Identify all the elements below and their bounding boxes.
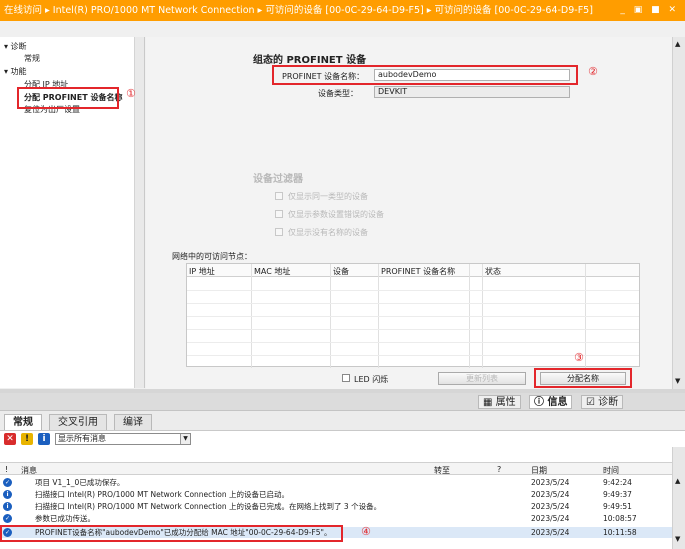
message-row[interactable]: ✓ 参数已成功传送。 2023/5/24 10:08:57 (0, 513, 672, 524)
inspector-bar: ▦ 属性 ⓘ 信息 ☑ 诊断 (0, 393, 685, 411)
check-icon: ✓ (3, 478, 12, 487)
col-goto[interactable]: 转至 (434, 465, 450, 476)
info-filter-icon[interactable]: i (38, 433, 50, 445)
device-type-field: DEVKIT (374, 86, 570, 98)
col-message[interactable]: 消息 (21, 465, 37, 476)
highlight-box-2 (272, 65, 578, 85)
diagnostics-icon: ☑ (586, 397, 599, 408)
annotation-2: ② (588, 65, 598, 78)
scroll-down-icon[interactable]: ▼ (675, 535, 680, 543)
warning-filter-icon[interactable]: ! (21, 433, 33, 445)
message-row[interactable]: i 扫描接口 Intel(R) PRO/1000 MT Network Conn… (0, 489, 672, 500)
info-icon: i (3, 502, 12, 511)
check-icon: ✓ (3, 514, 12, 523)
scroll-up-icon[interactable]: ▲ (675, 477, 680, 485)
tab-info[interactable]: ⓘ 信息 (529, 395, 573, 409)
annotation-4: ④ (361, 525, 371, 538)
col-status[interactable]: 状态 (485, 266, 501, 277)
message-row[interactable]: ✓ 项目 V1_1_0已成功保存。 2023/5/24 9:42:24 (0, 477, 672, 488)
refresh-list-button[interactable]: 更新列表 (438, 372, 526, 385)
annotation-1: ① (126, 87, 136, 100)
col-device[interactable]: 设备 (333, 266, 349, 277)
tree-item-general[interactable]: 常规 (24, 53, 40, 64)
highlight-box-1 (17, 87, 119, 109)
filter-wrong-params-checkbox[interactable] (275, 210, 283, 218)
message-filter-select[interactable]: 显示所有消息 ▼ (55, 433, 191, 445)
content-scrollbar[interactable]: ▲ ▼ (672, 37, 685, 389)
error-filter-icon[interactable]: ✕ (4, 433, 16, 445)
col-question[interactable]: ? (497, 465, 501, 474)
filter-title: 设备过滤器 (253, 174, 303, 185)
type-label: 设备类型： (318, 89, 358, 98)
nodes-table[interactable]: IP 地址 MAC 地址 设备 PROFINET 设备名称 状态 (186, 263, 640, 368)
led-flash-checkbox[interactable] (342, 374, 350, 382)
highlight-box-4 (0, 525, 343, 542)
tab-properties[interactable]: ▦ 属性 (478, 395, 521, 409)
message-scrollbar[interactable]: ▲ ▼ (672, 447, 685, 549)
annotation-3: ③ (574, 351, 584, 364)
col-date[interactable]: 日期 (531, 465, 547, 476)
filter-no-name-checkbox[interactable] (275, 228, 283, 236)
filter-same-type-label: 仅显示同一类型的设备 (288, 192, 368, 201)
subtab-cross-ref[interactable]: 交叉引用 (49, 414, 107, 430)
filter-wrong-params-label: 仅显示参数设置错误的设备 (288, 210, 384, 219)
subtab-general[interactable]: 常规 (4, 414, 42, 430)
scroll-up-icon[interactable]: ▲ (675, 40, 680, 48)
info-icon: ⓘ (534, 397, 548, 408)
filter-no-name-label: 仅显示没有名称的设备 (288, 228, 368, 237)
info-icon: i (3, 490, 12, 499)
message-row[interactable]: i 扫描接口 Intel(R) PRO/1000 MT Network Conn… (0, 501, 672, 512)
subtab-compile[interactable]: 编译 (114, 414, 152, 430)
tree-item-diagnosis[interactable]: ▾ 诊断 (4, 41, 27, 52)
highlight-box-3 (534, 368, 632, 388)
message-list-header: ! 消息 转至 ? 日期 时间 (0, 462, 672, 475)
sub-tabs: 常规 交叉引用 编译 (0, 411, 685, 430)
tree-item-functions[interactable]: ▾ 功能 (4, 66, 27, 77)
col-mac[interactable]: MAC 地址 (254, 266, 290, 277)
col-time[interactable]: 时间 (603, 465, 619, 476)
properties-icon: ▦ (483, 397, 496, 408)
chevron-down-icon[interactable]: ▼ (180, 434, 190, 444)
window-controls[interactable]: _ ▣ ■ ✕ (620, 0, 679, 21)
col-profinet-name[interactable]: PROFINET 设备名称 (381, 266, 455, 277)
tab-diagnostics[interactable]: ☑ 诊断 (581, 395, 624, 409)
led-flash-label: LED 闪烁 (354, 375, 389, 384)
col-ip[interactable]: IP 地址 (189, 266, 215, 277)
message-filter-bar: ✕ ! i 显示所有消息 ▼ (0, 430, 685, 447)
config-title: 组态的 PROFINET 设备 (253, 55, 367, 66)
nodes-title: 网络中的可访问节点： (172, 252, 252, 261)
scroll-down-icon[interactable]: ▼ (675, 377, 680, 385)
title-bar: 在线访问 ▸ Intel(R) PRO/1000 MT Network Conn… (0, 0, 685, 21)
breadcrumb: 在线访问 ▸ Intel(R) PRO/1000 MT Network Conn… (4, 5, 593, 16)
filter-same-type-checkbox[interactable] (275, 192, 283, 200)
